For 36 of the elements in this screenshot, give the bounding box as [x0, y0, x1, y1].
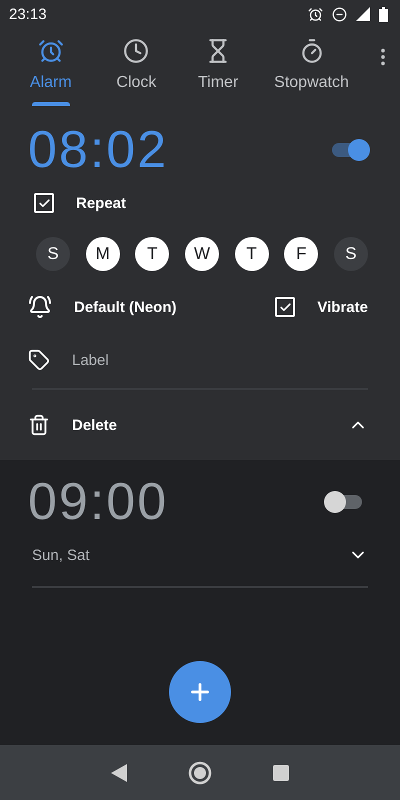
ringtone-label[interactable]: Default (Neon) [74, 298, 176, 316]
tab[interactable]: Stopwatch [257, 28, 366, 108]
check-icon [38, 196, 50, 210]
day-button[interactable]: S [334, 237, 368, 271]
repeat-days: Sun, Sat [32, 546, 90, 564]
day-button[interactable]: T [234, 237, 269, 271]
day-button[interactable]: S [36, 237, 70, 271]
day-button[interactable]: M [86, 237, 120, 271]
tab[interactable]: Clock [94, 28, 180, 108]
alarm-icon [308, 6, 323, 22]
status-time: 23:13 [9, 6, 47, 22]
delete-label[interactable]: Delete [72, 416, 118, 434]
alarm-time: 08:02 [28, 120, 168, 180]
signal-icon [356, 7, 370, 21]
checkbox[interactable] [34, 193, 54, 213]
back-icon[interactable] [110, 764, 127, 782]
clock-icon [123, 38, 150, 64]
day-button[interactable]: W [184, 237, 219, 271]
vibrate-label: Vibrate [317, 298, 368, 316]
day-button[interactable]: F [284, 237, 318, 271]
home-icon[interactable] [188, 760, 212, 784]
tab[interactable]: Alarm [8, 28, 94, 108]
check-icon [278, 300, 292, 314]
tab[interactable]: Timer [179, 28, 258, 108]
battery-icon [379, 6, 388, 22]
label-field[interactable]: Label [72, 352, 109, 368]
day-button[interactable]: T [135, 237, 170, 271]
tag-icon [28, 349, 50, 371]
recents-icon[interactable] [273, 764, 290, 780]
bell-icon [28, 295, 52, 319]
alarm-time: 09:00 [28, 472, 168, 532]
trash-icon[interactable] [28, 414, 50, 436]
do-not-disturb-icon [332, 6, 347, 22]
alarm-clock-icon [38, 38, 64, 64]
checkbox[interactable] [275, 297, 296, 317]
repeat-label: Repeat [76, 194, 126, 212]
